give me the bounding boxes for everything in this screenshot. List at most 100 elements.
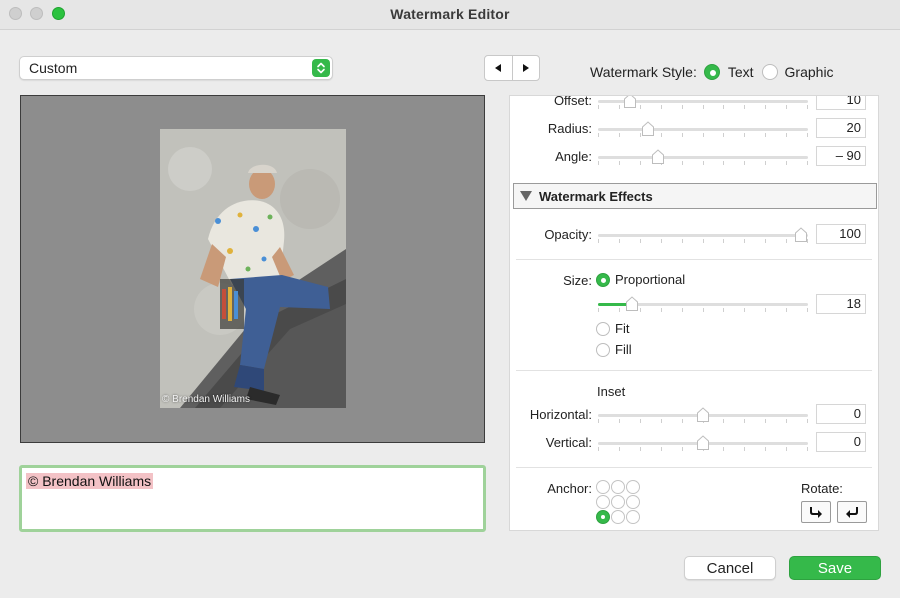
- slider-tick: [744, 133, 745, 137]
- slider-tick: [598, 447, 599, 451]
- offset-field[interactable]: 10: [816, 96, 866, 110]
- slider-knob[interactable]: [794, 227, 808, 243]
- anchor-middle-right[interactable]: [626, 495, 640, 509]
- slider-tick: [723, 447, 724, 451]
- slider-tick: [703, 308, 704, 312]
- slider-tick: [682, 239, 683, 243]
- slider-tick: [640, 447, 641, 451]
- size-proportional-radio[interactable]: [596, 272, 610, 287]
- slider-tick: [619, 133, 620, 137]
- cancel-button[interactable]: Cancel: [684, 556, 776, 580]
- divider: [516, 370, 872, 371]
- slider-knob[interactable]: [623, 96, 637, 109]
- slider-tick: [744, 447, 745, 451]
- slider-tick: [723, 308, 724, 312]
- anchor-bottom-right[interactable]: [626, 510, 640, 524]
- slider-tick: [744, 419, 745, 423]
- size-proportional-option[interactable]: Proportional: [596, 272, 685, 287]
- anchor-grid: [596, 480, 644, 528]
- vertical-label: Vertical:: [545, 435, 592, 450]
- watermark-text-editor[interactable]: © Brendan Williams: [19, 465, 486, 532]
- anchor-bottom-left[interactable]: [596, 510, 610, 524]
- slider-knob[interactable]: [625, 296, 639, 312]
- watermark-effects-header[interactable]: Watermark Effects: [513, 183, 877, 209]
- slider-knob[interactable]: [696, 407, 710, 423]
- angle-field[interactable]: – 90: [816, 146, 866, 166]
- watermark-style-label: Watermark Style:: [590, 64, 697, 80]
- slider-tick: [765, 308, 766, 312]
- slider-tick: [786, 447, 787, 451]
- preview-area: © Brendan Williams: [20, 95, 485, 443]
- rotate-clockwise-icon: [810, 507, 822, 518]
- slider-tick: [807, 447, 808, 451]
- style-text-radio[interactable]: [703, 64, 720, 80]
- slider-tick: [703, 105, 704, 109]
- slider-tick: [744, 161, 745, 165]
- slider-tick: [598, 161, 599, 165]
- size-fill-label: Fill: [615, 342, 632, 357]
- style-graphic-radio[interactable]: [761, 64, 778, 80]
- opacity-field[interactable]: 100: [816, 224, 866, 244]
- next-button[interactable]: [511, 56, 539, 80]
- style-graphic-label: Graphic: [784, 64, 834, 80]
- size-field[interactable]: 18: [816, 294, 866, 314]
- slider-tick: [619, 161, 620, 165]
- rotate-clockwise-button[interactable]: [801, 501, 831, 523]
- slider-tick: [619, 419, 620, 423]
- slider-tick: [619, 447, 620, 451]
- slider-tick: [598, 105, 599, 109]
- anchor-bottom-center[interactable]: [611, 510, 625, 524]
- slider-tick: [661, 308, 662, 312]
- slider-tick: [807, 308, 808, 312]
- settings-panel[interactable]: Offset: 10 Radius: 20 Angle: – 90 Waterm…: [509, 95, 879, 531]
- slider-tick: [723, 419, 724, 423]
- slider-tick: [598, 308, 599, 312]
- inset-horizontal-field[interactable]: 0: [816, 404, 866, 424]
- watermark-effects-title: Watermark Effects: [539, 189, 653, 204]
- previous-button[interactable]: [485, 56, 512, 80]
- opacity-slider[interactable]: [598, 227, 808, 243]
- slider-tick: [786, 308, 787, 312]
- anchor-center[interactable]: [611, 495, 625, 509]
- slider-tick: [765, 133, 766, 137]
- anchor-label: Anchor:: [547, 481, 592, 496]
- slider-tick: [765, 105, 766, 109]
- offset-slider[interactable]: [598, 96, 808, 109]
- slider-tick: [661, 133, 662, 137]
- anchor-top-center[interactable]: [611, 480, 625, 494]
- slider-tick: [765, 239, 766, 243]
- triangle-left-icon: [495, 64, 502, 72]
- inset-vertical-slider[interactable]: [598, 435, 808, 451]
- anchor-middle-left[interactable]: [596, 495, 610, 509]
- horizontal-label: Horizontal:: [529, 407, 592, 422]
- inset-horizontal-slider[interactable]: [598, 407, 808, 423]
- slider-knob[interactable]: [641, 121, 655, 137]
- slider-tick: [640, 105, 641, 109]
- slider-tick: [619, 105, 620, 109]
- anchor-top-left[interactable]: [596, 480, 610, 494]
- preset-dropdown[interactable]: Custom: [19, 56, 333, 80]
- size-fill-radio[interactable]: [596, 342, 610, 357]
- slider-tick: [640, 419, 641, 423]
- angle-slider[interactable]: [598, 149, 808, 165]
- radius-slider[interactable]: [598, 121, 808, 137]
- rotate-counterclockwise-button[interactable]: [837, 501, 867, 523]
- slider-track: [598, 156, 808, 159]
- slider-knob[interactable]: [696, 435, 710, 451]
- anchor-top-right[interactable]: [626, 480, 640, 494]
- radius-field[interactable]: 20: [816, 118, 866, 138]
- size-proportional-label: Proportional: [615, 272, 686, 287]
- save-button[interactable]: Save: [789, 556, 881, 580]
- angle-label: Angle:: [555, 149, 592, 164]
- size-label: Size:: [563, 273, 592, 288]
- slider-tick: [744, 239, 745, 243]
- size-fit-radio[interactable]: [596, 321, 610, 336]
- size-slider[interactable]: [598, 296, 808, 312]
- size-fit-option[interactable]: Fit: [596, 321, 629, 336]
- style-text-label: Text: [727, 64, 754, 80]
- inset-vertical-field[interactable]: 0: [816, 432, 866, 452]
- size-fill-option[interactable]: Fill: [596, 342, 632, 357]
- slider-knob[interactable]: [651, 149, 665, 165]
- dropdown-stepper-icon: [312, 59, 330, 77]
- slider-tick: [723, 239, 724, 243]
